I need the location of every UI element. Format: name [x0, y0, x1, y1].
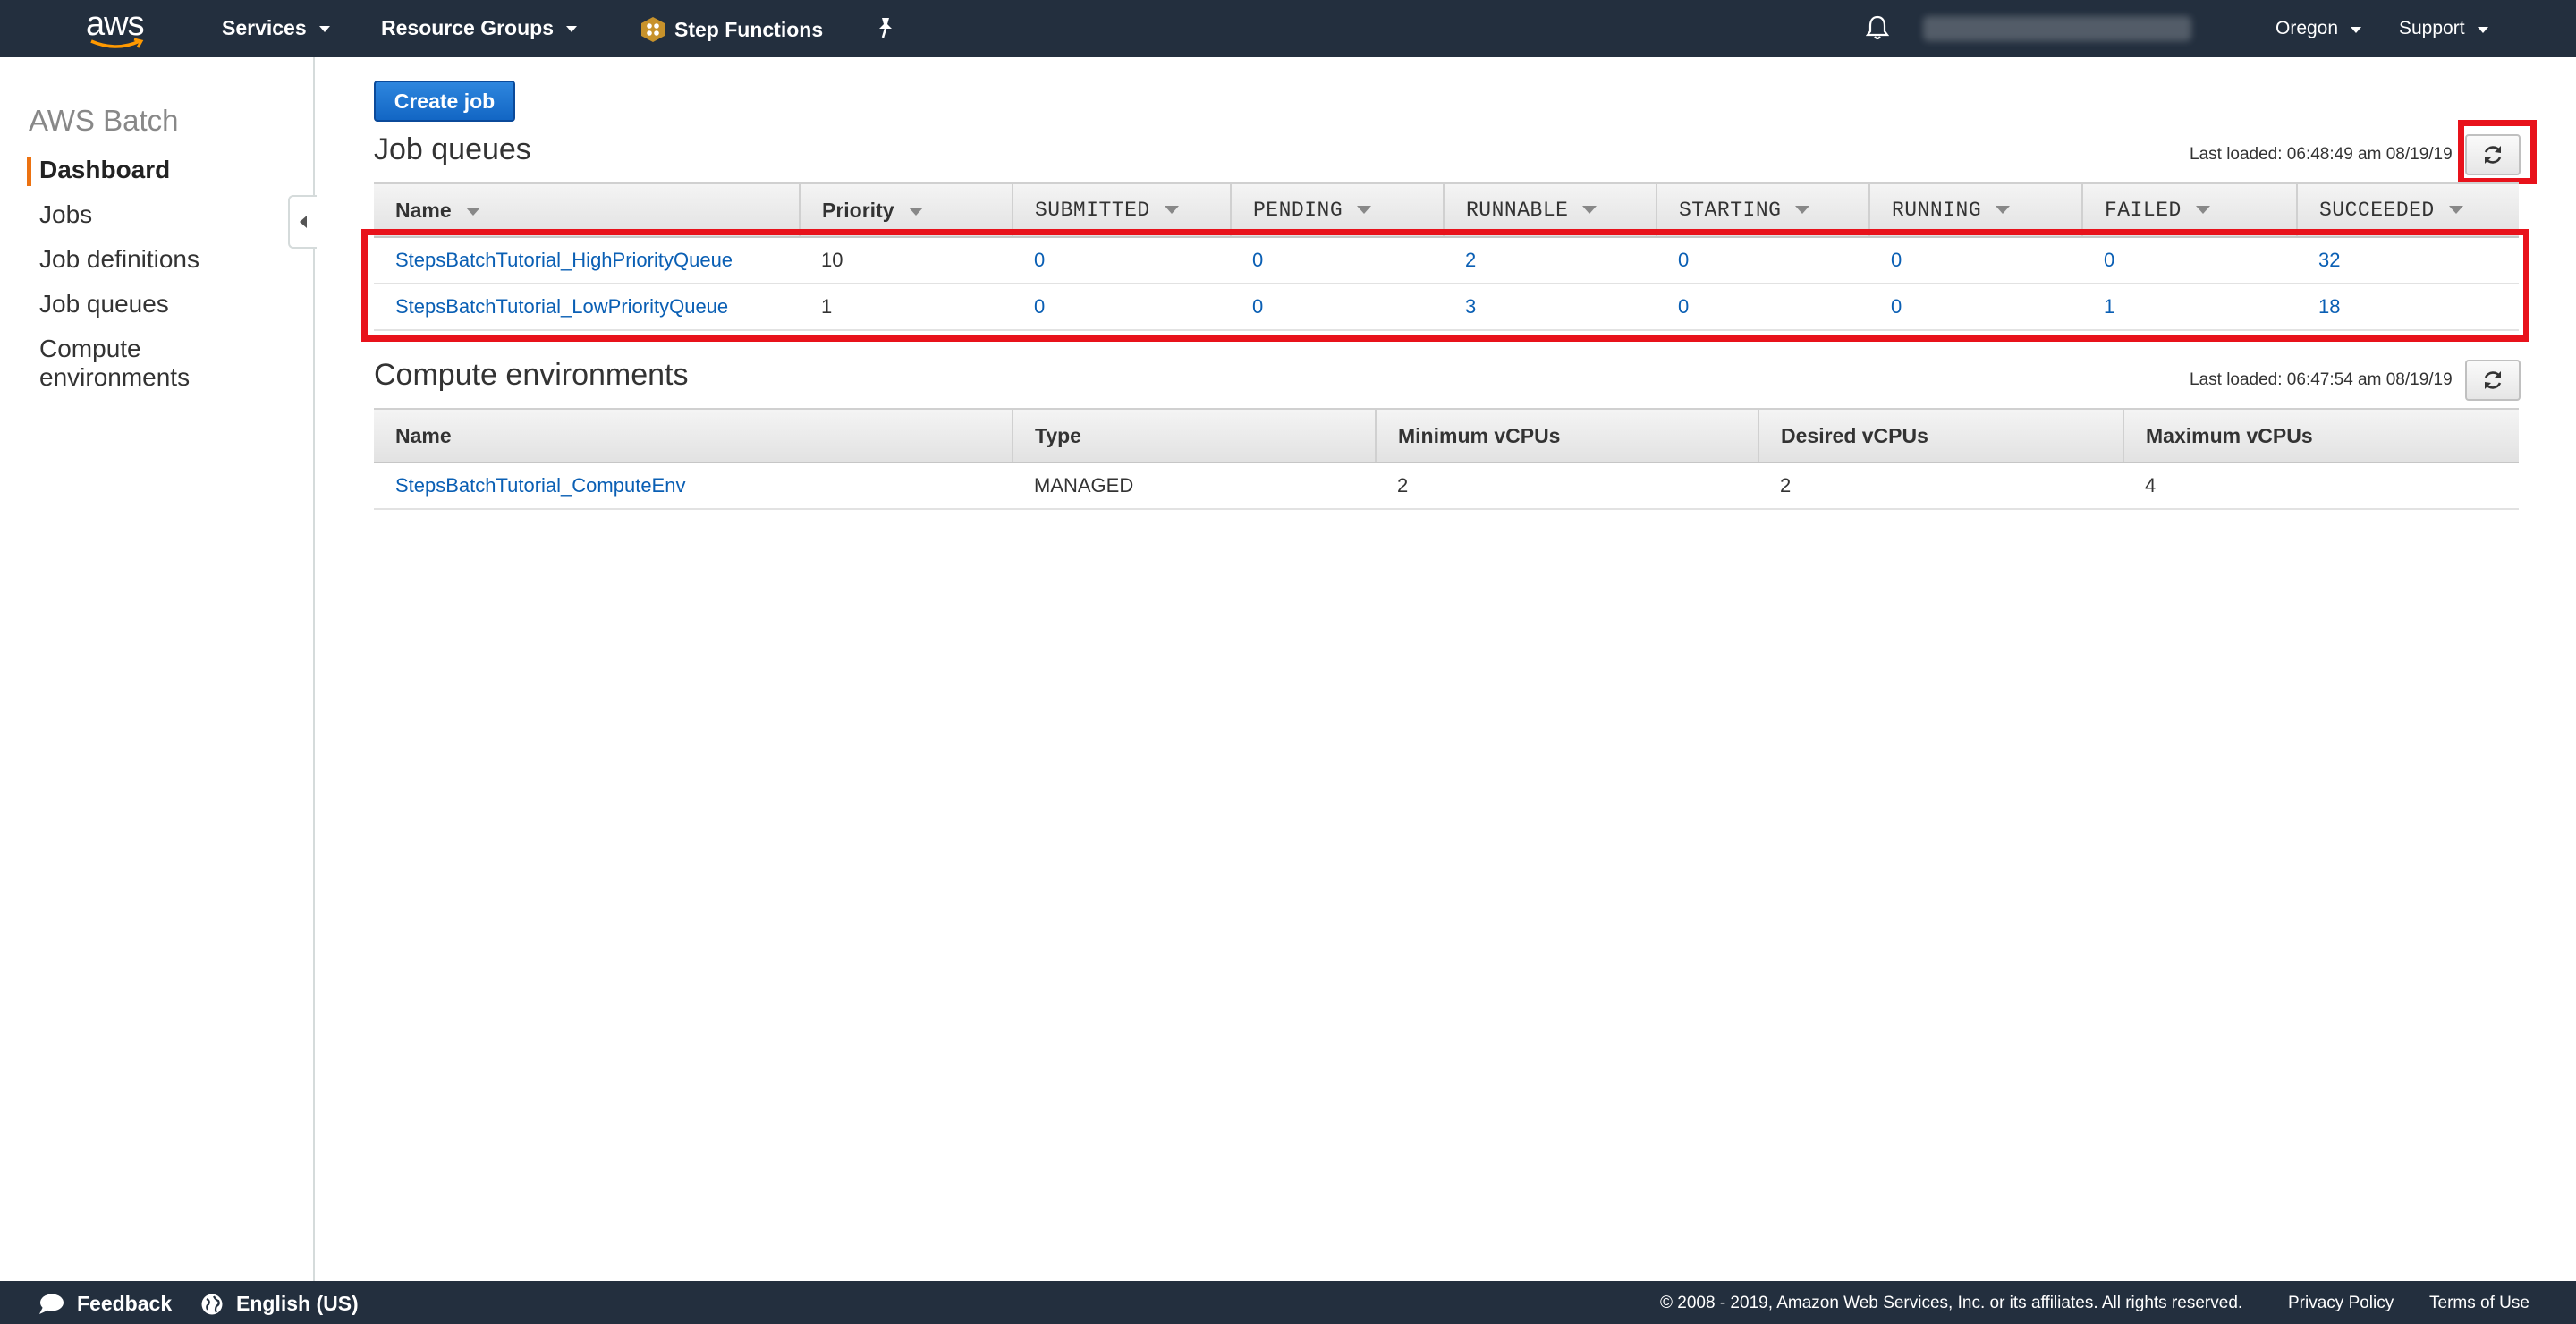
copyright-text: © 2008 - 2019, Amazon Web Services, Inc.…	[1660, 1294, 2243, 1312]
sidebar-item-compute-environments[interactable]: Compute environments	[39, 335, 190, 392]
type-value: MANAGED	[1013, 463, 1376, 510]
region-menu[interactable]: Oregon	[2275, 18, 2362, 39]
column-header-type[interactable]: Type	[1012, 408, 1376, 463]
column-label: SUCCEEDED	[2319, 199, 2435, 222]
compute-environments-title: Compute environments	[374, 358, 689, 392]
active-indicator	[27, 157, 31, 186]
job-queues-title: Job queues	[374, 132, 531, 166]
sidebar-item-job-queues[interactable]: Job queues	[39, 290, 169, 318]
column-label: PENDING	[1253, 199, 1343, 222]
chevron-down-icon	[566, 26, 577, 32]
column-label: RUNNABLE	[1466, 199, 1569, 222]
region-label: Oregon	[2275, 18, 2339, 38]
column-header-desired-vcpus[interactable]: Desired vCPUs	[1758, 408, 2123, 463]
aws-logo[interactable]: aws	[86, 5, 148, 52]
step-functions-icon	[641, 17, 665, 42]
sort-icon	[2195, 206, 2210, 215]
aws-smile-icon	[90, 38, 144, 48]
max-vcpus-value: 4	[2123, 463, 2519, 510]
create-job-button[interactable]: Create job	[374, 81, 515, 122]
sort-icon	[2448, 206, 2463, 215]
resource-groups-menu[interactable]: Resource Groups	[381, 16, 577, 40]
sort-icon	[908, 207, 923, 216]
footer: Feedback English (US) © 2008 - 2019, Ama…	[0, 1281, 2576, 1324]
step-functions-label: Step Functions	[674, 17, 824, 41]
column-label: Name	[395, 198, 452, 222]
sort-icon	[465, 207, 480, 216]
column-header-min-vcpus[interactable]: Minimum vCPUs	[1375, 408, 1758, 463]
feedback-link[interactable]: Feedback	[38, 1292, 172, 1316]
column-label: RUNNING	[1892, 199, 1982, 222]
desired-vcpus-value: 2	[1758, 463, 2123, 510]
compute-environments-table: Name Type Minimum vCPUs Desired vCPUs Ma…	[374, 408, 2519, 510]
account-menu[interactable]	[1923, 16, 2191, 41]
collapse-sidebar-button[interactable]	[288, 195, 317, 249]
job-queues-last-loaded: Last loaded: 06:48:49 am 08/19/19	[2190, 145, 2453, 164]
support-menu[interactable]: Support	[2399, 18, 2488, 39]
sidebar: AWS Batch Dashboard Jobs Job definitions…	[0, 57, 317, 1281]
sort-icon	[1996, 206, 2011, 215]
sidebar-item-dashboard[interactable]: Dashboard	[39, 156, 170, 184]
column-label: SUBMITTED	[1035, 199, 1150, 222]
table-row: StepsBatchTutorial_ComputeEnv MANAGED 2 …	[374, 463, 2519, 510]
sidebar-item-jobs[interactable]: Jobs	[39, 200, 92, 229]
feedback-label: Feedback	[77, 1292, 173, 1315]
compute-env-name-link[interactable]: StepsBatchTutorial_ComputeEnv	[395, 474, 685, 496]
column-label: FAILED	[2105, 199, 2182, 222]
sidebar-item-label: environments	[39, 363, 191, 391]
chevron-down-icon	[318, 26, 330, 32]
sidebar-item-label: Compute	[39, 335, 141, 362]
column-label: STARTING	[1679, 199, 1782, 222]
column-header-max-vcpus[interactable]: Maximum vCPUs	[2123, 408, 2519, 463]
sidebar-title: AWS Batch	[29, 104, 179, 137]
highlight-queue-rows	[361, 229, 2529, 342]
compute-envs-refresh-button[interactable]	[2465, 360, 2521, 401]
column-label: Priority	[822, 198, 894, 222]
sort-icon	[1795, 206, 1810, 215]
step-functions-shortcut[interactable]: Step Functions	[640, 16, 823, 43]
table-header-row: Name Type Minimum vCPUs Desired vCPUs Ma…	[374, 408, 2519, 463]
chevron-left-icon	[300, 216, 307, 228]
language-selector[interactable]: English (US)	[200, 1292, 359, 1316]
chevron-down-icon	[2477, 26, 2488, 33]
highlight-refresh	[2458, 120, 2537, 184]
resource-groups-label: Resource Groups	[381, 16, 554, 39]
privacy-policy-link[interactable]: Privacy Policy	[2288, 1294, 2394, 1313]
chevron-down-icon	[2351, 26, 2362, 33]
sidebar-item-job-definitions[interactable]: Job definitions	[39, 245, 199, 274]
sort-icon	[1582, 206, 1597, 215]
sort-icon	[1357, 206, 1372, 215]
support-label: Support	[2399, 18, 2465, 38]
globe-icon	[201, 1294, 223, 1314]
min-vcpus-value: 2	[1376, 463, 1758, 510]
pin-icon[interactable]	[875, 16, 896, 44]
speech-bubble-icon	[39, 1294, 64, 1314]
terms-of-use-link[interactable]: Terms of Use	[2429, 1294, 2529, 1313]
services-label: Services	[222, 16, 307, 39]
language-label: English (US)	[236, 1292, 359, 1315]
top-nav: aws Services Resource Groups Step Functi…	[0, 0, 2576, 57]
column-header-name[interactable]: Name	[374, 408, 1013, 463]
compute-envs-last-loaded: Last loaded: 06:47:54 am 08/19/19	[2190, 370, 2453, 389]
refresh-icon	[2484, 371, 2502, 389]
sort-icon	[1164, 206, 1179, 215]
services-menu[interactable]: Services	[222, 16, 330, 40]
bell-icon[interactable]	[1865, 14, 1890, 46]
